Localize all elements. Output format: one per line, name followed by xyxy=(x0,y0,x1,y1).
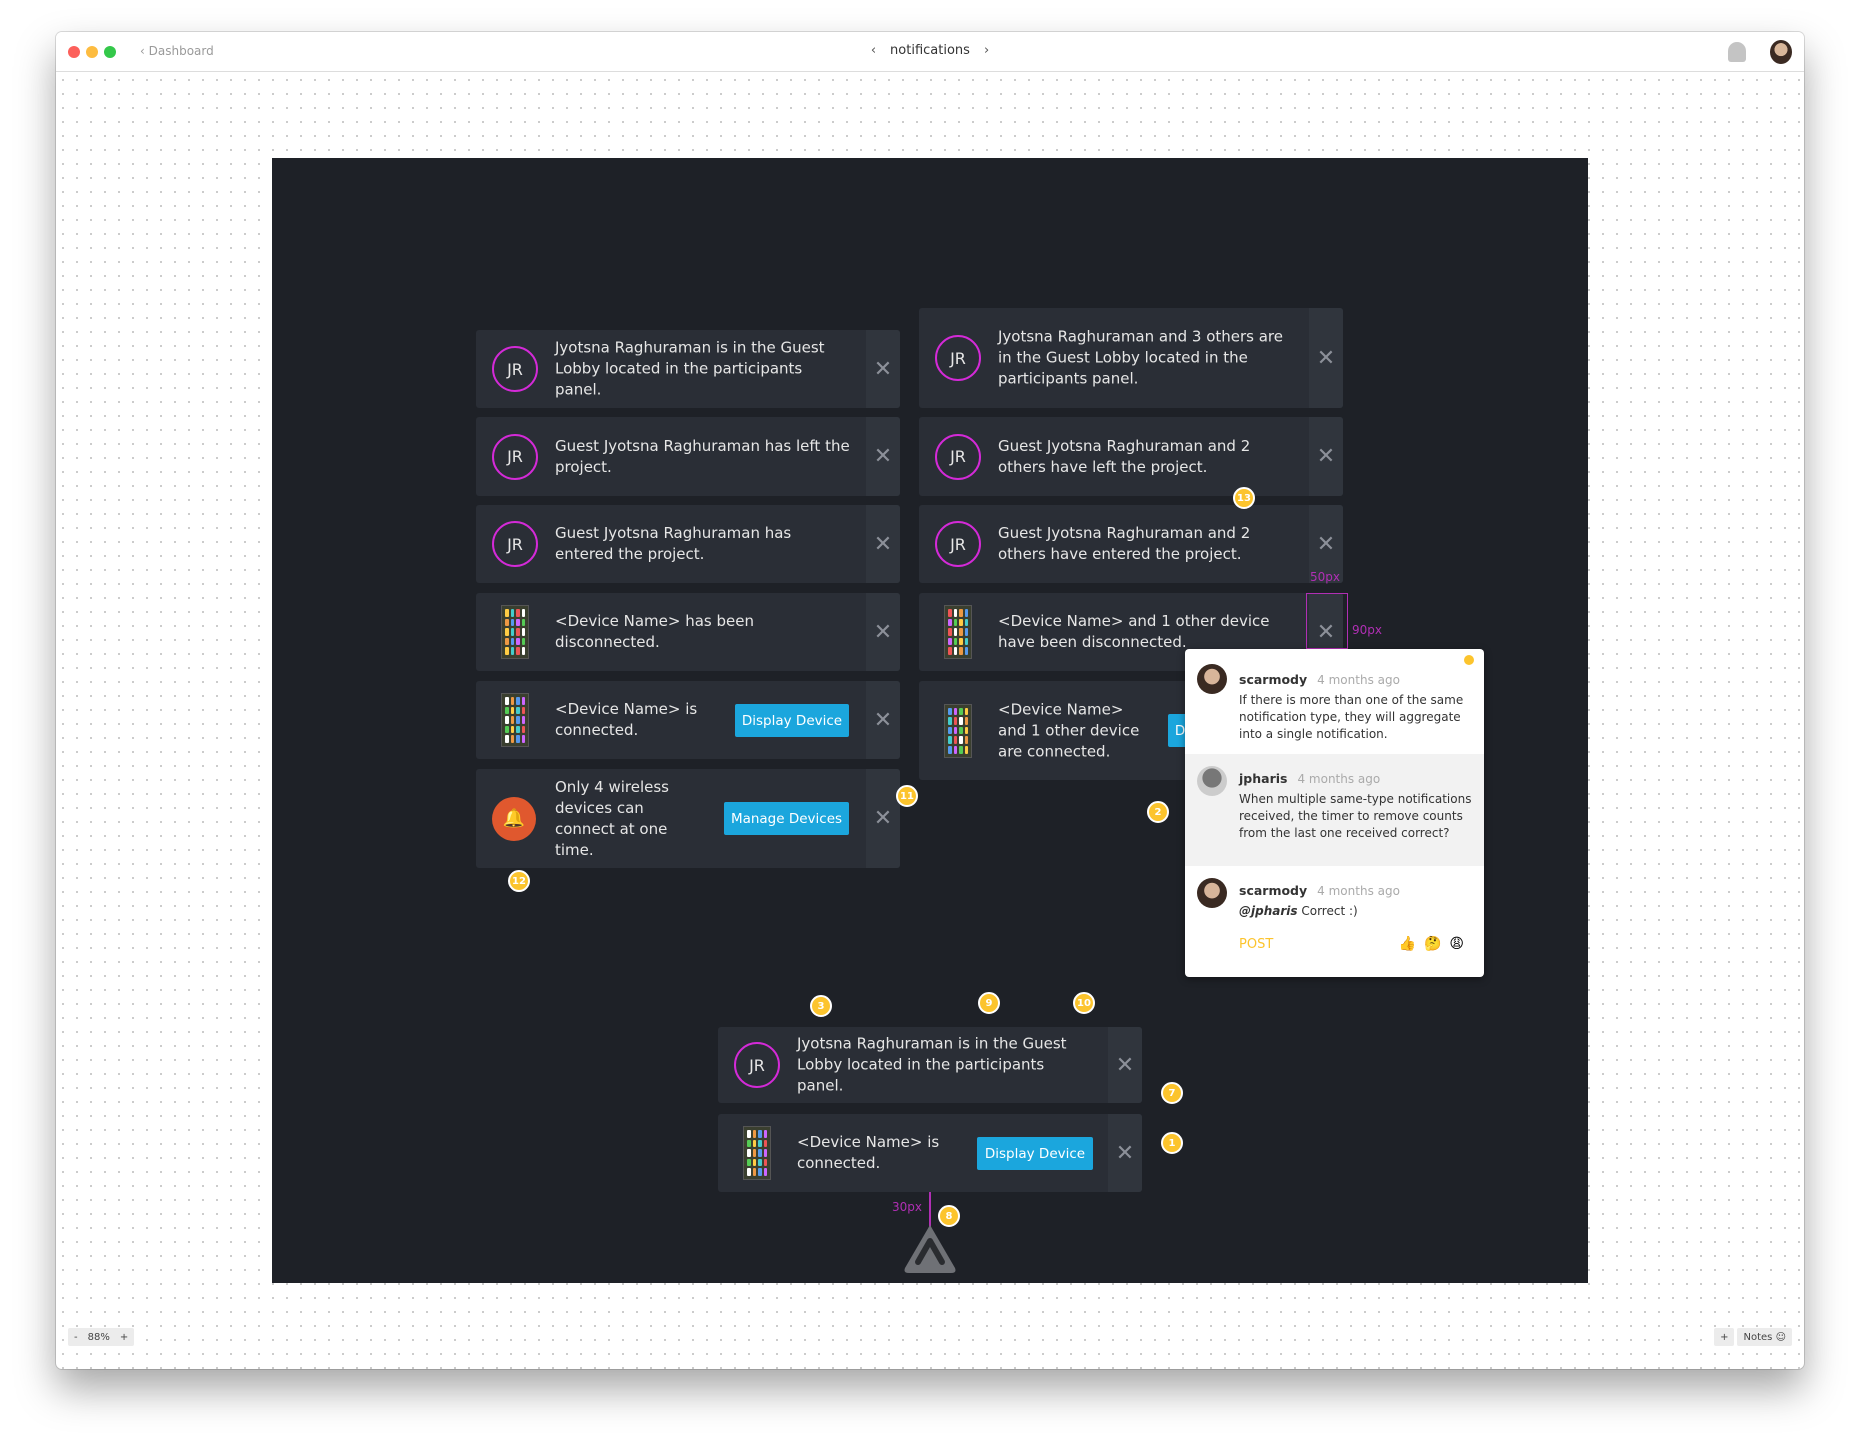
close-icon[interactable]: ✕ xyxy=(1108,1114,1142,1192)
notification-card: JR Guest Jyotsna Raghuraman and 2 others … xyxy=(919,505,1343,583)
annotation-badge[interactable]: 2 xyxy=(1147,801,1169,823)
avatar-initials: JR xyxy=(492,433,538,480)
bell-alert-icon: 🔔 xyxy=(492,796,536,841)
notifications-bell-icon[interactable] xyxy=(1728,42,1746,62)
notification-text: Only 4 wireless devices can connect at o… xyxy=(555,777,669,859)
close-icon[interactable]: ✕ xyxy=(1108,1027,1142,1103)
measurement-label: 30px xyxy=(892,1200,922,1214)
notification-text: Jyotsna Raghuraman and 3 others are in t… xyxy=(998,327,1283,388)
commenter-avatar xyxy=(1197,664,1227,694)
display-device-button[interactable]: Display Device xyxy=(735,704,849,737)
device-thumbnail-icon xyxy=(501,693,529,747)
comment: jpharis 4 months ago When multiple same-t… xyxy=(1185,754,1484,866)
notification-card: <Device Name> has been disconnected. ✕ xyxy=(476,593,900,671)
weary-reaction-icon[interactable]: 😩 xyxy=(1449,936,1472,952)
annotation-badge[interactable]: 13 xyxy=(1233,487,1255,509)
avatar-initials: JR xyxy=(734,1042,780,1088)
zoom-control: - 88% + xyxy=(68,1328,135,1346)
notification-card: JR Guest Jyotsna Raghuraman has left the … xyxy=(476,417,900,496)
notification-card: JR Jyotsna Raghuraman and 3 others are in… xyxy=(919,308,1343,408)
avatar-initials: JR xyxy=(935,433,981,480)
close-icon[interactable]: ✕ xyxy=(866,417,900,496)
comment-author[interactable]: scarmody xyxy=(1239,672,1307,687)
close-icon[interactable]: ✕ xyxy=(866,330,900,408)
thinking-reaction-icon[interactable]: 🤔 xyxy=(1424,936,1449,952)
comment-time: 4 months ago xyxy=(1317,673,1400,687)
notes-controls: + Notes ☺ xyxy=(1714,1328,1792,1346)
notification-card: JR Jyotsna Raghuraman is in the Guest Lob… xyxy=(718,1027,1142,1103)
notification-text: <Device Name> and 1 other device are con… xyxy=(998,700,1140,760)
add-button[interactable]: + xyxy=(1714,1328,1735,1346)
commenter-avatar-koala xyxy=(1197,766,1227,796)
comment-author[interactable]: jpharis xyxy=(1239,771,1287,786)
avatar-initials: JR xyxy=(492,521,538,567)
zoom-level: 88% xyxy=(87,1331,110,1343)
comment-time: 4 months ago xyxy=(1317,884,1400,898)
comment: scarmody 4 months ago @jpharis Correct :)… xyxy=(1185,866,1484,977)
page-title: notifications xyxy=(890,43,970,58)
close-icon[interactable]: ✕ xyxy=(866,505,900,583)
measure-box xyxy=(1306,593,1348,649)
commenter-avatar xyxy=(1197,878,1227,908)
notification-text: Guest Jyotsna Raghuraman has left the pr… xyxy=(555,436,850,476)
annotation-badge[interactable]: 9 xyxy=(978,992,1000,1014)
device-thumbnail-icon xyxy=(944,605,972,659)
app-logo-icon xyxy=(902,1222,958,1276)
notification-card: JR Jyotsna Raghuraman is in the Guest Lob… xyxy=(476,330,900,408)
annotation-badge[interactable]: 8 xyxy=(938,1205,960,1227)
notification-text: <Device Name> has been disconnected. xyxy=(555,612,754,651)
notification-text: <Device Name> is connected. xyxy=(555,700,698,739)
notes-button[interactable]: Notes ☺ xyxy=(1737,1328,1792,1346)
comment-time: 4 months ago xyxy=(1297,772,1381,786)
manage-devices-button[interactable]: Manage Devices xyxy=(724,802,849,835)
comment-text: If there is more than one of the same no… xyxy=(1239,693,1464,741)
zoom-out-button[interactable]: - xyxy=(74,1332,78,1343)
notification-text: Guest Jyotsna Raghuraman has entered the… xyxy=(555,524,792,563)
title-bar: ‹ Dashboard ‹ notifications › xyxy=(56,32,1804,72)
user-avatar[interactable] xyxy=(1770,40,1792,64)
comment-text: When multiple same-type notifications re… xyxy=(1239,792,1472,840)
notification-card: JR Guest Jyotsna Raghuraman has entered t… xyxy=(476,505,900,583)
notification-card: JR Guest Jyotsna Raghuraman and 2 others … xyxy=(919,417,1343,496)
annotation-badge[interactable]: 12 xyxy=(508,870,530,892)
annotation-badge[interactable]: 1 xyxy=(1161,1132,1183,1154)
avatar-initials: JR xyxy=(935,335,981,381)
comment-thread-popup: scarmody 4 months ago If there is more th… xyxy=(1185,649,1484,977)
avatar-initials: JR xyxy=(492,346,538,392)
measurement-label: 50px xyxy=(1310,570,1340,584)
comment-text: Correct :) xyxy=(1301,904,1358,918)
device-thumbnail-icon xyxy=(501,605,529,659)
annotation-badge[interactable]: 3 xyxy=(810,995,832,1017)
notification-text: <Device Name> is connected. xyxy=(797,1133,940,1172)
close-icon[interactable]: ✕ xyxy=(866,769,900,868)
post-button[interactable]: POST xyxy=(1239,937,1273,952)
close-icon[interactable]: ✕ xyxy=(1309,308,1343,408)
page-title-nav: ‹ notifications › xyxy=(56,43,1804,58)
notification-text: Guest Jyotsna Raghuraman and 2 others ha… xyxy=(998,524,1251,563)
zoom-in-button[interactable]: + xyxy=(120,1332,128,1343)
avatar-initials: JR xyxy=(935,521,981,567)
annotation-badge[interactable]: 7 xyxy=(1161,1082,1183,1104)
close-icon[interactable]: ✕ xyxy=(866,681,900,759)
display-device-button[interactable]: Display Device xyxy=(977,1137,1093,1170)
notification-text: <Device Name> and 1 other device have be… xyxy=(998,612,1270,651)
device-thumbnail-icon xyxy=(944,703,972,758)
notification-text: Guest Jyotsna Raghuraman and 2 others ha… xyxy=(998,436,1251,476)
prev-screen-button[interactable]: ‹ xyxy=(871,43,876,58)
thumbs-up-reaction-icon[interactable]: 👍 xyxy=(1399,936,1424,952)
comment: scarmody 4 months ago If there is more th… xyxy=(1185,649,1484,754)
device-thumbnail-icon xyxy=(743,1126,771,1180)
notes-avatar-icon: ☺ xyxy=(1775,1331,1786,1343)
notification-text: Jyotsna Raghuraman is in the Guest Lobby… xyxy=(555,338,825,399)
notification-text: Jyotsna Raghuraman is in the Guest Lobby… xyxy=(797,1034,1067,1095)
mention-link[interactable]: @jpharis xyxy=(1239,904,1298,918)
annotation-badge[interactable]: 10 xyxy=(1073,992,1095,1014)
next-screen-button[interactable]: › xyxy=(984,43,989,58)
close-icon[interactable]: ✕ xyxy=(866,593,900,671)
close-icon[interactable]: ✕ xyxy=(1309,417,1343,496)
comment-author[interactable]: scarmody xyxy=(1239,883,1307,898)
annotation-badge[interactable]: 11 xyxy=(896,785,918,807)
measurement-label: 90px xyxy=(1352,623,1382,637)
